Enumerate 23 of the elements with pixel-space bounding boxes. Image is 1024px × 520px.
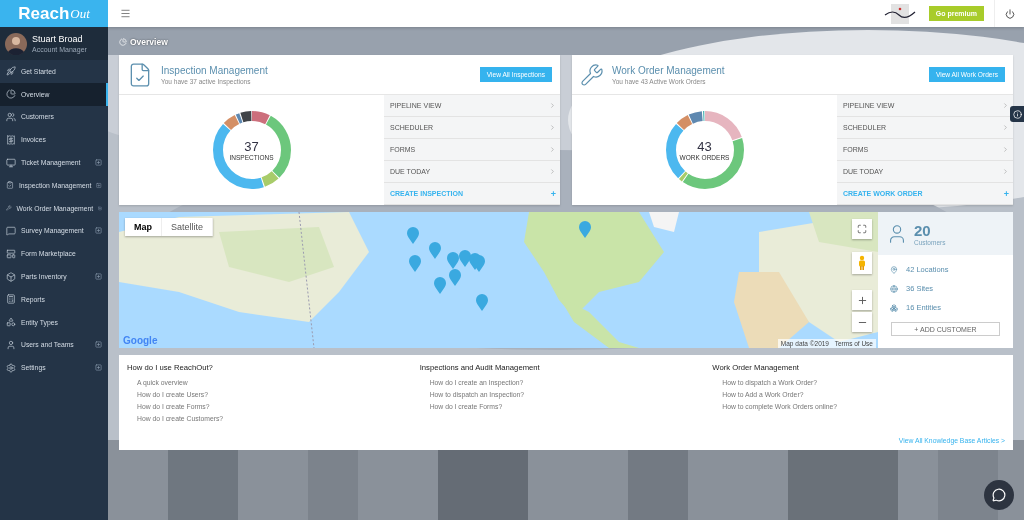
wrench-icon <box>6 203 12 214</box>
expand-icon[interactable] <box>98 204 102 212</box>
settings-icon <box>6 362 16 373</box>
calculator-icon <box>6 294 16 305</box>
chat-icon <box>6 225 16 236</box>
expand-icon[interactable] <box>95 159 102 167</box>
pie-chart-icon <box>6 89 16 100</box>
user-icon <box>6 339 16 350</box>
monitor-icon <box>6 157 16 168</box>
expand-icon[interactable] <box>96 181 102 189</box>
expand-icon[interactable] <box>95 364 102 372</box>
user-name: Stuart Broad <box>32 34 84 44</box>
expand-icon[interactable] <box>95 227 102 235</box>
shapes-icon <box>6 317 16 328</box>
expand-icon[interactable] <box>95 273 102 281</box>
rocket-icon <box>6 66 16 77</box>
expand-icon[interactable] <box>95 341 102 349</box>
avatar-icon <box>5 32 27 55</box>
users-icon <box>6 112 16 122</box>
receipt-icon <box>6 134 16 145</box>
form-icon <box>6 248 16 259</box>
box-icon <box>6 271 16 282</box>
clipboard-icon <box>6 180 14 191</box>
